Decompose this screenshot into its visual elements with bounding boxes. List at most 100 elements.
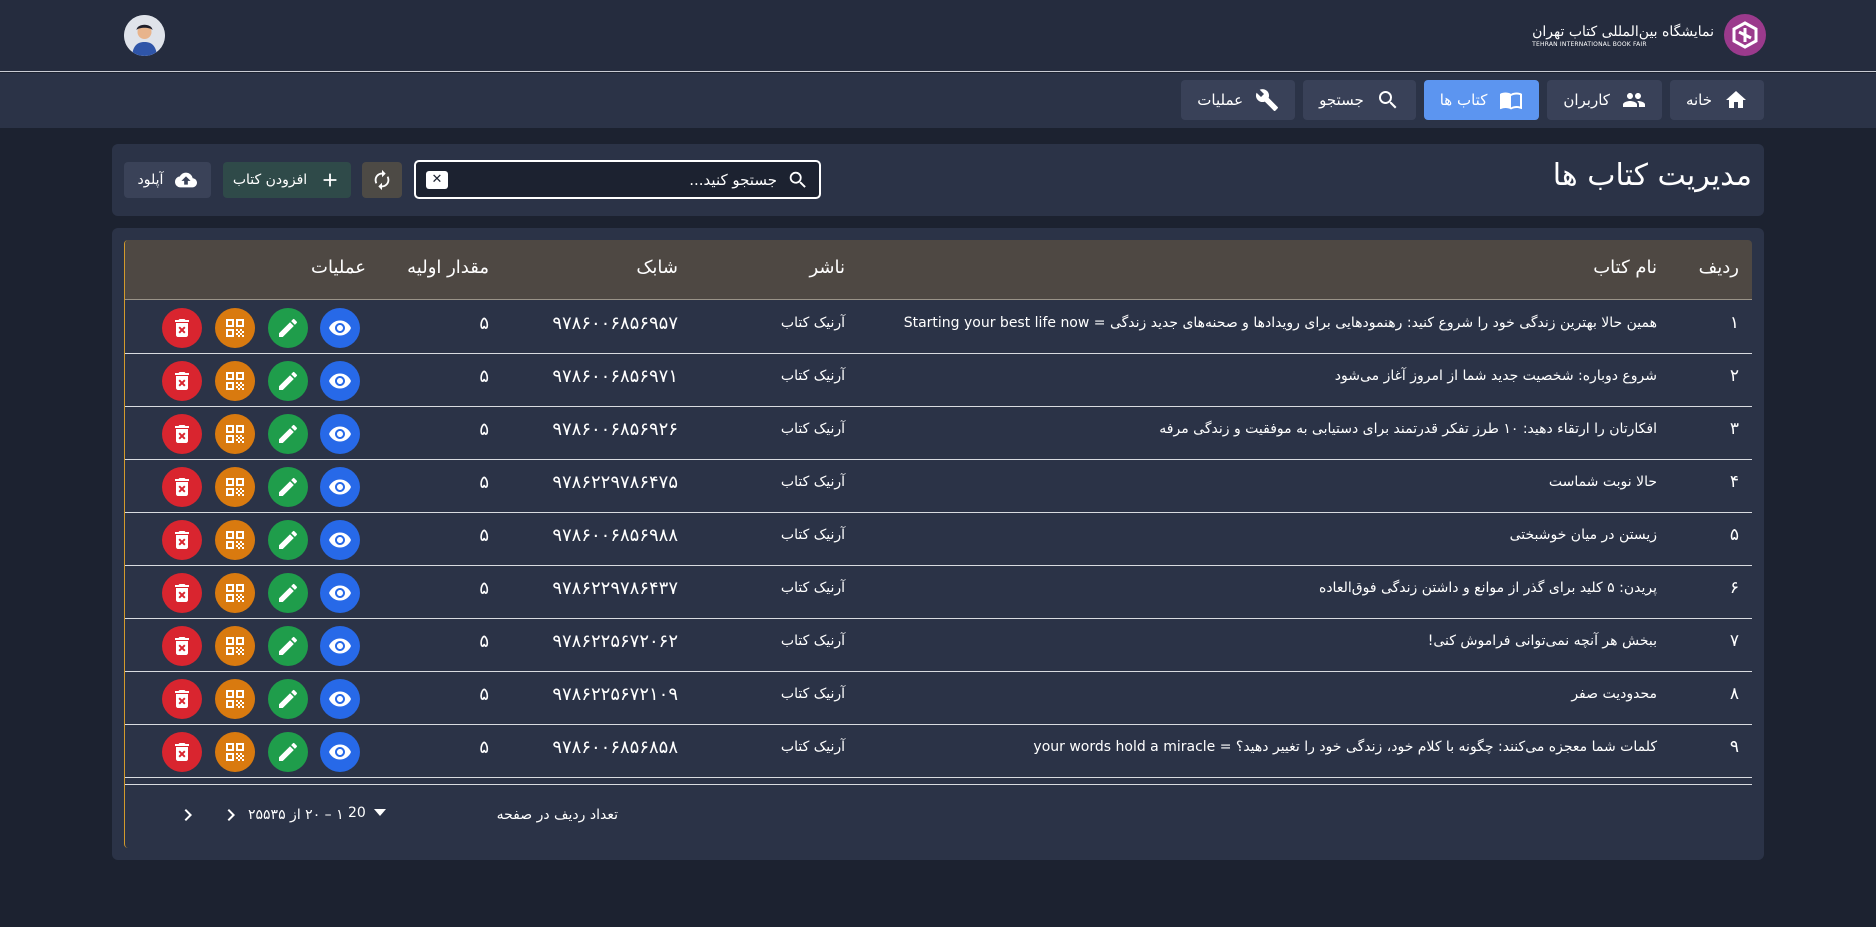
pencil-icon	[279, 477, 298, 496]
upload-label: آپلود	[137, 172, 164, 188]
page-header: مدیریت کتاب ها ✕ افزودن کتاب آپلود	[112, 144, 1764, 216]
view-button[interactable]	[320, 361, 360, 401]
users-icon	[1622, 93, 1645, 107]
add-book-button[interactable]: افزودن کتاب	[223, 162, 351, 198]
trash-icon	[175, 319, 189, 337]
edit-button[interactable]	[268, 361, 308, 401]
qr-code-button[interactable]	[215, 361, 255, 401]
page-title: مدیریت کتاب ها	[1552, 158, 1752, 193]
qr-code-icon	[226, 690, 244, 708]
qr-code-button[interactable]	[215, 467, 255, 507]
edit-button[interactable]	[268, 732, 308, 772]
view-button[interactable]	[320, 467, 360, 507]
search-icon	[789, 171, 806, 188]
search-box[interactable]: ✕	[414, 160, 821, 199]
book-publisher: آرنیک کتاب	[780, 686, 845, 702]
delete-button[interactable]	[162, 573, 202, 613]
pencil-icon	[279, 636, 298, 655]
top-bar: نمایشگاه بین‌المللی کتاب تهران TEHRAN IN…	[0, 0, 1876, 72]
view-button[interactable]	[320, 520, 360, 560]
brand-title-fa: نمایشگاه بین‌المللی کتاب تهران	[1532, 23, 1714, 40]
edit-button[interactable]	[268, 308, 308, 348]
book-publisher: آرنیک کتاب	[780, 633, 845, 649]
qr-code-button[interactable]	[215, 679, 255, 719]
delete-button[interactable]	[162, 308, 202, 348]
header-name[interactable]: نام کتاب	[1593, 257, 1657, 278]
row-index: ۸	[1729, 684, 1739, 704]
qr-code-button[interactable]	[215, 626, 255, 666]
trash-icon	[175, 531, 189, 549]
pencil-icon	[279, 742, 298, 761]
nav-books-label: کتاب ها	[1439, 91, 1488, 109]
eye-icon	[329, 373, 351, 389]
delete-button[interactable]	[162, 626, 202, 666]
qr-code-icon	[226, 425, 244, 443]
nav-operations[interactable]: عملیات	[1181, 80, 1296, 120]
refresh-button[interactable]	[362, 162, 402, 198]
header-publisher[interactable]: ناشر	[809, 257, 845, 278]
view-button[interactable]	[320, 732, 360, 772]
nav-home-label: خانه	[1685, 91, 1712, 109]
trash-icon	[175, 743, 189, 761]
book-publisher: آرنیک کتاب	[780, 739, 845, 755]
qr-code-icon	[226, 478, 244, 496]
book-name: همین حالا بهترین زندگی خود را شروع کنید:…	[903, 315, 1657, 331]
view-button[interactable]	[320, 308, 360, 348]
delete-button[interactable]	[162, 467, 202, 507]
book-isbn: ۹۷۸۶۲۲۹۷۸۶۴۷۵	[552, 472, 678, 493]
search-input[interactable]	[448, 170, 787, 189]
add-book-label: افزودن کتاب	[232, 172, 308, 188]
edit-button[interactable]	[268, 414, 308, 454]
book-name: پریدن: ۵ کلید برای گذر از موانع و داشتن …	[1318, 580, 1657, 596]
nav-search-label: جستجو	[1319, 91, 1364, 109]
next-page-button[interactable]	[176, 803, 200, 827]
view-button[interactable]	[320, 626, 360, 666]
table-row: ۲ شروع دوباره: شخصیت جدید شما از امروز آ…	[125, 354, 1752, 407]
qr-code-button[interactable]	[215, 732, 255, 772]
pencil-icon	[279, 371, 298, 390]
pencil-icon	[279, 689, 298, 708]
view-button[interactable]	[320, 573, 360, 613]
nav-search[interactable]: جستجو	[1303, 80, 1416, 120]
delete-button[interactable]	[162, 732, 202, 772]
book-qty: ۵	[479, 578, 489, 599]
view-button[interactable]	[320, 414, 360, 454]
edit-button[interactable]	[268, 467, 308, 507]
plus-icon	[323, 173, 337, 187]
nav-operations-label: عملیات	[1197, 91, 1244, 109]
header-isbn[interactable]: شابک	[636, 257, 678, 278]
rows-per-page-select[interactable]: 20	[348, 805, 386, 821]
pagination: تعداد ردیف در صفحه 20 ۱ – ۲۰ از ۲۵۵۳۵	[125, 784, 1752, 848]
header-index[interactable]: ردیف	[1699, 257, 1739, 278]
upload-button[interactable]: آپلود	[124, 162, 211, 198]
book-isbn: ۹۷۸۶۲۲۹۷۸۶۴۳۷	[552, 578, 678, 599]
nav-users[interactable]: کاربران	[1547, 80, 1662, 120]
qr-code-button[interactable]	[215, 520, 255, 560]
book-qty: ۵	[479, 684, 489, 705]
edit-button[interactable]	[268, 679, 308, 719]
clear-search-icon[interactable]: ✕	[426, 170, 448, 189]
previous-page-button[interactable]	[219, 803, 243, 827]
book-name: حالا نوبت شماست	[1548, 474, 1657, 490]
delete-button[interactable]	[162, 361, 202, 401]
table-row: ۴ حالا نوبت شماست آرنیک کتاب ۹۷۸۶۲۲۹۷۸۶۴…	[125, 460, 1752, 513]
header-qty[interactable]: مقدار اولیه	[407, 257, 489, 278]
edit-button[interactable]	[268, 573, 308, 613]
delete-button[interactable]	[162, 414, 202, 454]
edit-button[interactable]	[268, 626, 308, 666]
qr-code-button[interactable]	[215, 308, 255, 348]
delete-button[interactable]	[162, 520, 202, 560]
user-avatar[interactable]	[124, 15, 165, 56]
edit-button[interactable]	[268, 520, 308, 560]
brand-text: نمایشگاه بین‌المللی کتاب تهران TEHRAN IN…	[1532, 23, 1714, 48]
nav-home[interactable]: خانه	[1669, 80, 1764, 120]
home-icon	[1726, 91, 1746, 108]
delete-button[interactable]	[162, 679, 202, 719]
qr-code-button[interactable]	[215, 414, 255, 454]
qr-code-icon	[226, 637, 244, 655]
brand-logo[interactable]: نمایشگاه بین‌المللی کتاب تهران TEHRAN IN…	[1532, 14, 1766, 56]
qr-code-button[interactable]	[215, 573, 255, 613]
view-button[interactable]	[320, 679, 360, 719]
qr-code-icon	[226, 319, 244, 337]
nav-books[interactable]: کتاب ها	[1423, 80, 1540, 120]
